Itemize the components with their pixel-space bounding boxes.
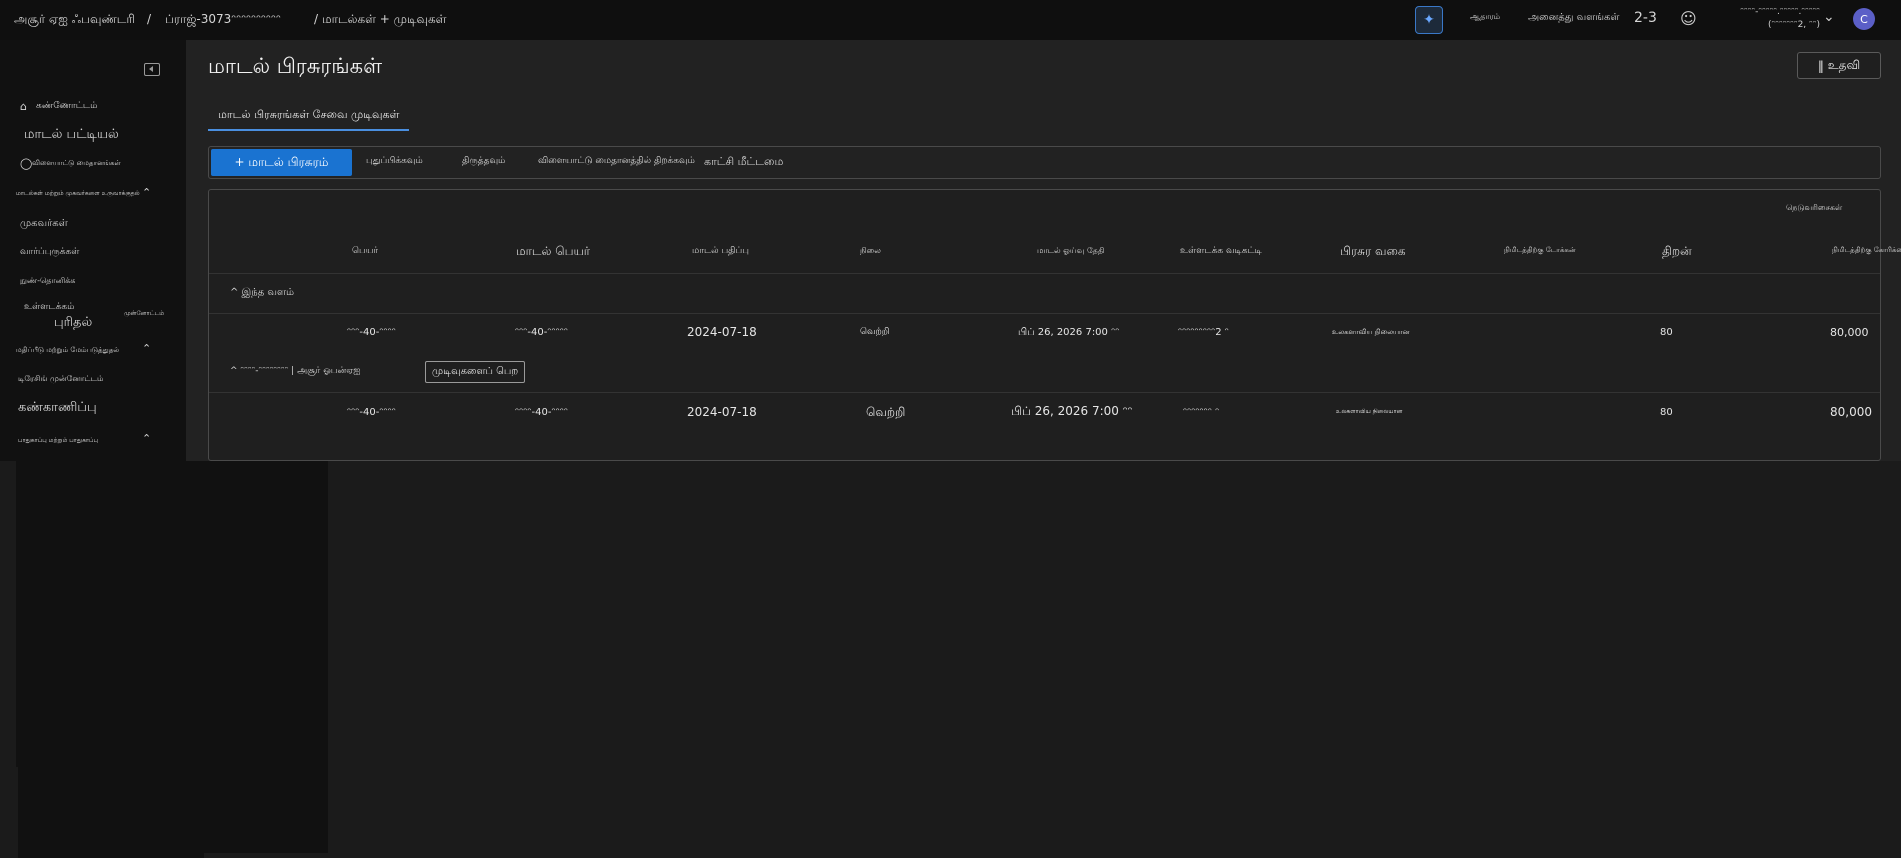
column-header-model-version[interactable]: மாடல் பதிப்பு <box>692 246 749 257</box>
deployments-table <box>208 189 1881 461</box>
column-header-name[interactable]: பெயர் <box>352 246 378 257</box>
column-header-state[interactable]: நிலை <box>860 246 881 256</box>
account-directory: (ᵔᵔᵔᵔᵔᵔᵔ2, ᵔᵔ) <box>1768 20 1820 30</box>
cell-model-version: 2024-07-18 <box>687 325 757 339</box>
help-icon: ‖ <box>1817 58 1828 73</box>
resource-label: ஆதாரம் <box>1470 12 1501 21</box>
columns-button[interactable]: நெடுவரிசைகள் <box>1786 203 1842 213</box>
account-name: ᵔᵔᵔᵔ-ᵔᵔᵔᵔᵔ.ᵔᵔᵔᵔᵔ.ᵔᵔᵔᵔᵔ <box>1740 7 1820 17</box>
breadcrumb-workspace[interactable]: அசூர் ஏஐ ஃபவுண்டரி <box>14 12 135 28</box>
breadcrumb-page[interactable]: மாடல்கள் + முடிவுகள் <box>322 12 447 28</box>
row-divider <box>209 273 1880 274</box>
help-label: உதவி <box>1827 57 1861 72</box>
breadcrumb-project[interactable]: ப்ராஜ்-3073ᵔᵔᵔᵔᵔᵔᵔᵔᵔᵔ <box>165 12 281 28</box>
cell-tpm: 80,000 <box>1830 405 1872 419</box>
cell-capacity: 80 <box>1660 407 1673 418</box>
refresh-button[interactable]: புதுப்பிக்கவும் <box>366 156 423 167</box>
cell-model-version: 2024-07-18 <box>687 405 757 419</box>
chevron-up-icon[interactable]: ⌃ <box>142 432 328 853</box>
feedback-smiley-icon[interactable]: ☺ <box>1680 9 1697 28</box>
edit-button[interactable]: திருத்தவும் <box>462 156 505 167</box>
help-button[interactable]: ‖ உதவி <box>1797 52 1881 79</box>
cell-model-name: ᵔᵔᵔᵔ-40-ᵔᵔᵔᵔ <box>515 407 569 418</box>
column-header-capacity[interactable]: திறன் <box>1662 244 1692 260</box>
get-results-button[interactable]: முடிவுகளைப் பெற <box>425 361 526 383</box>
deploy-model-button[interactable]: + மாடல் பிரசுரம் <box>211 149 352 176</box>
open-playground-button[interactable]: விளையாட்டு மைதானத்தில் திறக்கவும் <box>538 156 695 167</box>
cell-content-filter[interactable]: ᵔᵔᵔᵔᵔᵔᵔᵔᵔ2 ᵔ <box>1178 327 1229 338</box>
copilot-icon[interactable]: ✦ <box>1415 6 1443 34</box>
cell-retire-date: பிப் 26, 2026 7:00 ᵔᵔ <box>1011 404 1133 418</box>
cell-state: வெற்றி <box>860 327 890 337</box>
page-title: மாடல் பிரசுரங்கள் <box>208 54 383 78</box>
cell-name[interactable]: ᵔᵔᵔ-40-ᵔᵔᵔᵔ <box>347 327 396 338</box>
avatar[interactable]: C <box>1853 8 1875 30</box>
row-divider <box>209 392 1880 393</box>
reset-view-button[interactable]: காட்சி மீட்டமை <box>704 155 783 170</box>
breadcrumb-separator: / <box>147 12 152 26</box>
column-header-tpm[interactable]: நிமிடத்திற்கு கோரிக்கை <box>1832 246 1901 255</box>
all-resources-label[interactable]: அனைத்து வளங்கள் <box>1528 12 1619 24</box>
column-header-model-name[interactable]: மாடல் பெயர் <box>516 244 590 260</box>
column-header-rate-limit[interactable]: நிமிடத்திற்கு டோக்கன் <box>1504 246 1576 255</box>
breadcrumb-separator: / <box>314 12 319 26</box>
chevron-down-icon[interactable]: ⌄ <box>1823 9 1835 25</box>
cell-model-name: ᵔᵔᵔ-40-ᵔᵔᵔᵔᵔ <box>515 327 569 338</box>
cell-retire-date: பிப் 26, 2026 7:00 ᵔᵔ <box>1018 327 1120 338</box>
top-bar: அசூர் ஏஐ ஃபவுண்டரி / ப்ராஜ்-3073ᵔᵔᵔᵔᵔᵔᵔᵔ… <box>0 0 1901 40</box>
collapse-sidebar-icon[interactable] <box>144 63 160 76</box>
group-row-openai-resource[interactable]: ^ ᵔᵔᵔᵔ-ᵔᵔᵔᵔᵔᵔᵔᵔ | அசூர் ஓபன்ஏஐ <box>230 366 360 377</box>
account-info[interactable]: ᵔᵔᵔᵔ-ᵔᵔᵔᵔᵔ.ᵔᵔᵔᵔᵔ.ᵔᵔᵔᵔᵔ (ᵔᵔᵔᵔᵔᵔᵔ2, ᵔᵔ) <box>1700 6 1820 32</box>
cell-content-filter[interactable]: ᵔᵔᵔᵔᵔᵔᵔ ᵔ <box>1183 407 1219 418</box>
group-row-this-resource[interactable]: ^ இந்த வளம் <box>230 287 294 299</box>
cell-name[interactable]: ᵔᵔᵔ-40-ᵔᵔᵔᵔ <box>347 407 396 418</box>
cell-deploy-type: உலகளாவிய நிலையான <box>1336 408 1403 415</box>
column-header-retire-date[interactable]: மாடல் ஓய்வு தேதி <box>1037 246 1104 256</box>
cell-tpm: 80,000 <box>1830 326 1869 339</box>
resource-count[interactable]: 2-3 <box>1634 10 1657 26</box>
column-header-content-filter[interactable]: உள்ளடக்க வடிகட்டி <box>1180 246 1262 257</box>
row-divider <box>209 313 1880 314</box>
toolbar <box>208 146 1881 179</box>
tab-deployments[interactable]: மாடல் பிரசுரங்கள் சேவை முடிவுகள் <box>208 108 410 131</box>
cell-capacity: 80 <box>1660 327 1673 338</box>
cell-deploy-type: உலகளாவிய நிலையான <box>1332 328 1410 336</box>
cell-state: வெற்றி <box>866 405 906 419</box>
column-header-deploy-type[interactable]: பிரசுர வகை <box>1340 244 1406 260</box>
